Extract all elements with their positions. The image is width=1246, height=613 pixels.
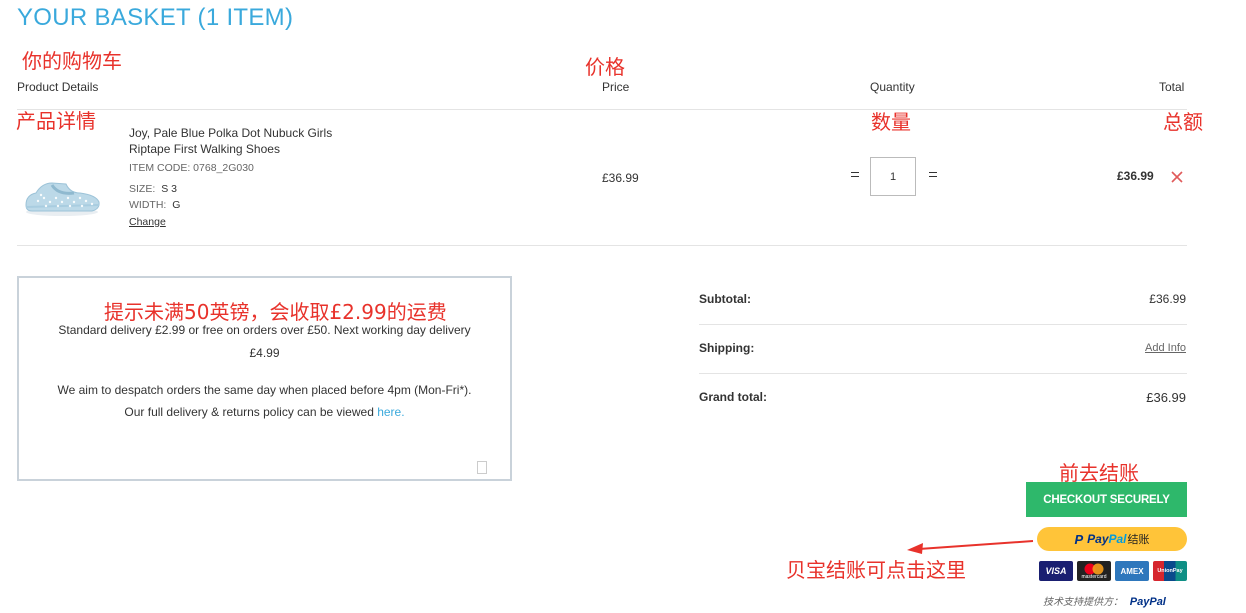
change-link[interactable]: Change bbox=[129, 216, 166, 228]
product-name-line1: Joy, Pale Blue Polka Dot Nubuck Girls bbox=[129, 126, 333, 140]
unionpay-card-icon: UnionPay bbox=[1153, 561, 1187, 581]
checkout-securely-button[interactable]: CHECKOUT SECURELY bbox=[1026, 482, 1187, 517]
paypal-checkout-button[interactable]: P Pay Pal 结账 bbox=[1037, 527, 1187, 551]
item-divider bbox=[17, 245, 1187, 246]
powered-by-text: 技术支持提供方： bbox=[1043, 597, 1123, 608]
grand-total-value: £36.99 bbox=[1146, 390, 1186, 405]
width-label: WIDTH: bbox=[129, 199, 167, 211]
powered-by: 技术支持提供方： PayPal bbox=[1043, 593, 1166, 608]
paypal-suffix-text: 结账 bbox=[1127, 534, 1150, 546]
product-name[interactable]: Joy, Pale Blue Polka Dot Nubuck Girls Ri… bbox=[129, 125, 359, 157]
page-title: YOUR BASKET (1 ITEM) bbox=[17, 4, 294, 31]
product-name-line2: Riptape First Walking Shoes bbox=[129, 142, 280, 156]
quantity-input[interactable]: 1 bbox=[870, 157, 916, 196]
item-price: £36.99 bbox=[602, 171, 639, 185]
shipping-label: Shipping: bbox=[699, 341, 755, 355]
subtotal-label: Subtotal: bbox=[699, 292, 751, 306]
size-value: S 3 bbox=[161, 183, 177, 195]
quantity-decrease-button[interactable] bbox=[850, 172, 860, 177]
item-size: SIZE: S 3 bbox=[129, 183, 177, 195]
product-thumbnail[interactable] bbox=[22, 171, 102, 219]
annotation-quantity: 数量 bbox=[871, 110, 911, 134]
paypal-p-icon: P bbox=[1074, 531, 1084, 547]
shipping-add-info-link[interactable]: Add Info bbox=[1100, 342, 1186, 354]
summary-divider-1 bbox=[699, 324, 1187, 325]
mastercard-card-icon: mastercard bbox=[1077, 561, 1111, 581]
visa-card-icon: VISA bbox=[1039, 561, 1073, 581]
delivery-policy-text: Our full delivery & returns policy can b… bbox=[124, 405, 378, 419]
paypal-pay-text: Pay bbox=[1087, 532, 1109, 546]
grand-total-label: Grand total: bbox=[699, 390, 767, 404]
annotation-paypal-tip: 贝宝结账可点击这里 bbox=[786, 558, 966, 582]
annotation-basket: 你的购物车 bbox=[22, 49, 122, 73]
delivery-line1: Standard delivery £2.99 or free on order… bbox=[58, 323, 471, 337]
delivery-policy-link[interactable]: here. bbox=[377, 405, 404, 419]
quantity-increase-button[interactable] bbox=[928, 172, 938, 177]
delivery-line3: We aim to despatch orders the same day w… bbox=[57, 383, 472, 397]
annotation-price: 价格 bbox=[585, 55, 625, 79]
item-total: £36.99 bbox=[1117, 169, 1154, 183]
remove-item-icon[interactable] bbox=[1170, 170, 1184, 184]
mastercard-text: mastercard bbox=[1081, 573, 1107, 580]
annotation-total: 总额 bbox=[1163, 110, 1203, 134]
delivery-line4: Our full delivery & returns policy can b… bbox=[19, 405, 510, 419]
amex-card-icon: AMEX bbox=[1115, 561, 1149, 581]
header-quantity: Quantity bbox=[870, 80, 915, 94]
paypal-pal-text: Pal bbox=[1108, 532, 1127, 546]
resize-handle-icon bbox=[477, 461, 487, 474]
header-divider bbox=[17, 109, 1187, 110]
header-total: Total bbox=[1159, 80, 1185, 94]
width-value: G bbox=[172, 199, 181, 211]
header-product-details: Product Details bbox=[17, 80, 99, 94]
size-label: SIZE: bbox=[129, 183, 156, 195]
item-width: WIDTH: G bbox=[129, 199, 180, 211]
subtotal-value: £36.99 bbox=[1149, 292, 1186, 306]
annotation-shipping-tip: 提示未满50英镑，会收取£2.99的运费 bbox=[104, 300, 447, 324]
header-price: Price bbox=[602, 80, 630, 94]
item-code: ITEM CODE: 0768_2G030 bbox=[129, 162, 254, 174]
paypal-logo: PayPal bbox=[1129, 596, 1166, 608]
summary-divider-2 bbox=[699, 373, 1187, 374]
delivery-line2: £4.99 bbox=[249, 346, 280, 360]
